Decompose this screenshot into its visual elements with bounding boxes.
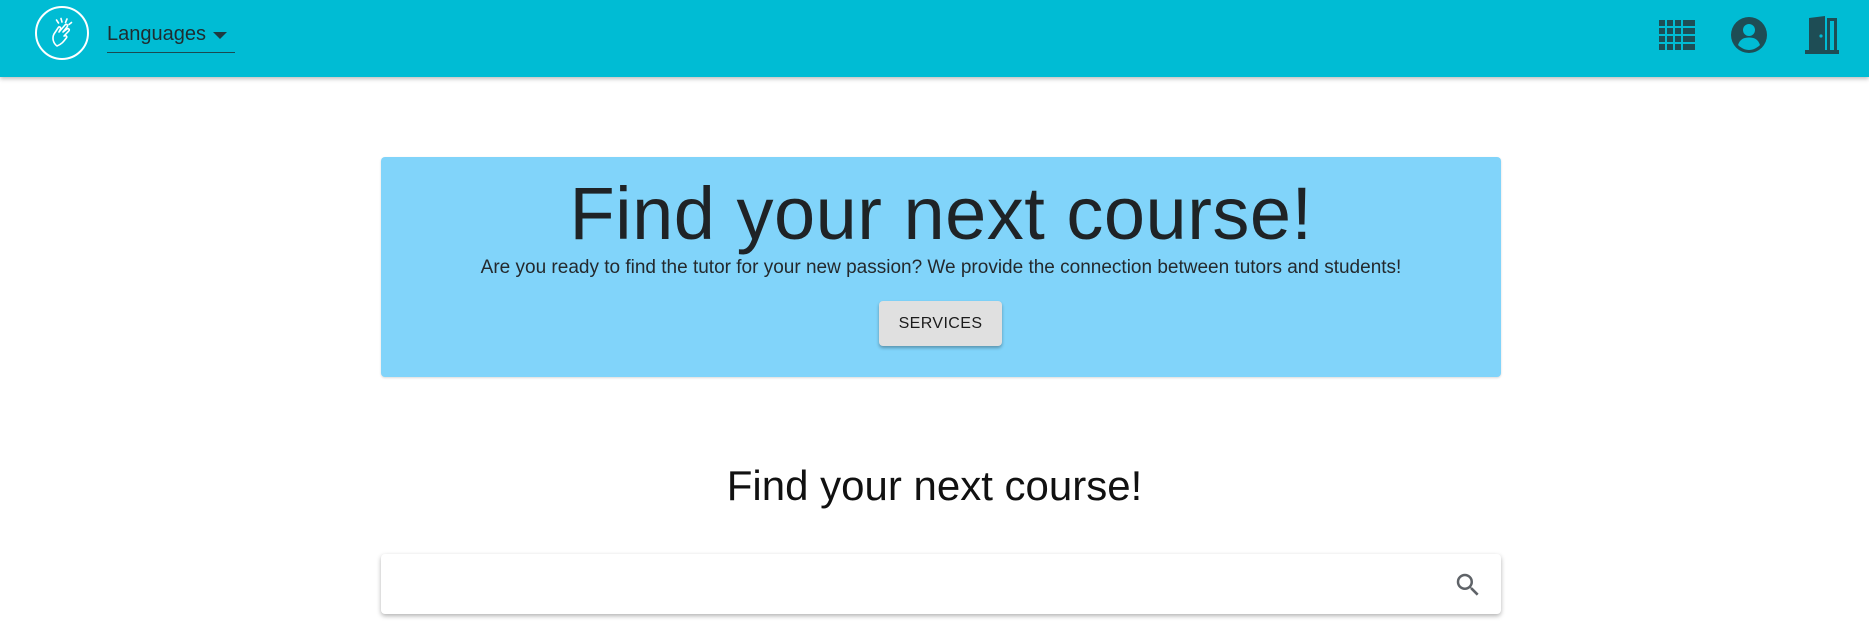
course-search-bar <box>381 554 1501 614</box>
app-logo[interactable] <box>35 6 89 60</box>
hero-title: Find your next course! <box>569 172 1313 255</box>
search-icon[interactable] <box>1453 570 1483 600</box>
app-root: Languages Find your next course! Are you… <box>0 0 1869 639</box>
caret-down-icon <box>213 32 227 39</box>
apps-grid-icon <box>1659 20 1695 50</box>
apps-button[interactable] <box>1655 13 1699 57</box>
language-selector-label: Languages <box>107 23 206 45</box>
account-circle-icon <box>1731 17 1767 53</box>
door-exit-icon <box>1805 16 1839 54</box>
hero-subtitle: Are you ready to find the tutor for your… <box>480 257 1402 278</box>
services-button[interactable]: SERVICES <box>879 301 1002 346</box>
account-button[interactable] <box>1727 13 1771 57</box>
search-section-title: Find your next course! <box>726 462 1143 509</box>
hero-banner: Find your next course! Are you ready to … <box>381 157 1501 377</box>
hand-snap-icon <box>52 17 73 47</box>
language-selector[interactable]: Languages <box>107 20 235 53</box>
logout-button[interactable] <box>1800 13 1844 57</box>
top-app-bar: Languages <box>0 0 1869 77</box>
search-input[interactable] <box>395 562 1439 608</box>
